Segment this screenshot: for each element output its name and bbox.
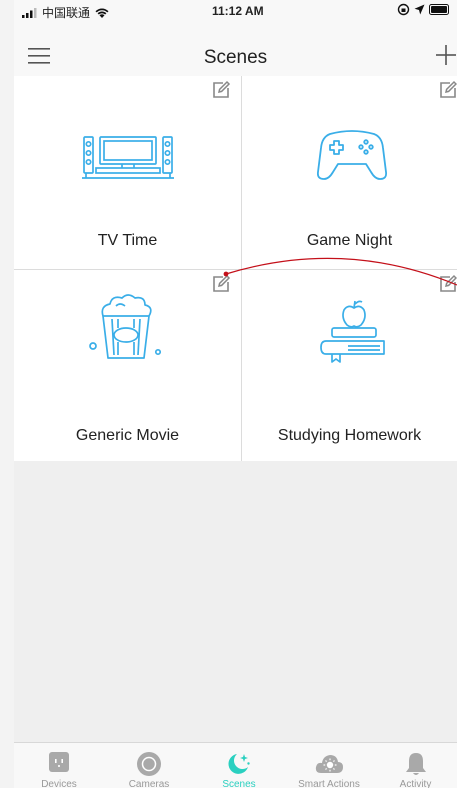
tab-label: Smart Actions bbox=[298, 779, 360, 788]
tab-label: Scenes bbox=[222, 779, 256, 788]
app-frame: 中国联通 11:12 AM Scenes TV Time Game Night … bbox=[14, 0, 457, 788]
bell-icon bbox=[404, 751, 428, 782]
tab-label: Cameras bbox=[128, 779, 170, 788]
signal-icon bbox=[22, 7, 37, 18]
status-bar: 中国联通 11:12 AM bbox=[14, 0, 457, 22]
orientation-lock-icon bbox=[397, 3, 410, 16]
tab-smart-actions[interactable]: Smart Actions bbox=[284, 743, 374, 788]
location-icon bbox=[414, 4, 425, 15]
tab-devices[interactable]: Devices bbox=[14, 743, 104, 788]
tab-bar: Devices Cameras Scenes Smart Actions Act… bbox=[14, 742, 457, 788]
status-left: 中国联通 bbox=[22, 4, 110, 21]
navigation-bar: Scenes bbox=[14, 22, 457, 76]
scenes-grid: TV Time Game Night Generic Movie Studyin… bbox=[14, 76, 457, 461]
status-right bbox=[397, 3, 451, 16]
add-scene-button[interactable] bbox=[435, 44, 457, 66]
cloud-sun-icon bbox=[314, 751, 344, 780]
battery-icon bbox=[429, 4, 449, 15]
tab-label: Activity bbox=[399, 779, 432, 788]
plug-icon bbox=[48, 751, 70, 778]
tab-scenes[interactable]: Scenes bbox=[194, 743, 284, 788]
camera-icon bbox=[136, 751, 162, 782]
moon-stars-icon bbox=[226, 751, 252, 782]
plus-icon bbox=[436, 45, 456, 65]
tab-label: Devices bbox=[41, 779, 77, 788]
tab-cameras[interactable]: Cameras bbox=[104, 743, 194, 788]
carrier-name: 中国联通 bbox=[42, 6, 91, 20]
wifi-icon bbox=[95, 8, 109, 18]
drag-arrow-annotation bbox=[223, 257, 457, 286]
tab-activity[interactable]: Activity bbox=[374, 743, 457, 788]
page-title: Scenes bbox=[203, 47, 268, 68]
status-time: 11:12 AM bbox=[212, 4, 264, 18]
